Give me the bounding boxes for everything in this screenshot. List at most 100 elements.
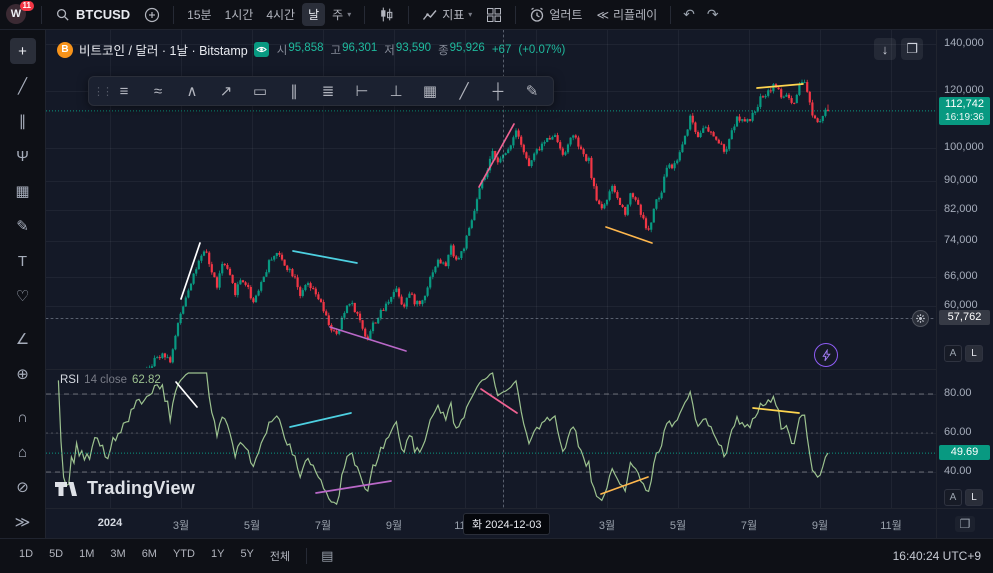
clock-label[interactable]: 16:40:24 UTC+9	[893, 549, 981, 563]
redo-button[interactable]: ↷	[702, 4, 724, 25]
trendline-tool[interactable]: ╱	[10, 73, 36, 99]
arrow-marker-icon[interactable]: ↗	[209, 77, 243, 105]
time-axis-label: 7월	[303, 517, 343, 533]
range-button-YTD[interactable]: YTD	[166, 545, 202, 567]
pen-icon[interactable]: ✎	[515, 77, 549, 105]
interval-group: 15분1시간4시간날주▾	[181, 3, 357, 26]
tradingview-app: W 11 BTCUSD 15분1시간4시간날주▾ 지표 ▾ 얼러트	[0, 0, 993, 573]
range-button-1M[interactable]: 1M	[72, 545, 101, 567]
range-button-3M[interactable]: 3M	[103, 545, 132, 567]
chart-legend: B 비트코인 / 달러 · 1날 · Bitstamp 시95,858 고96,…	[57, 40, 565, 59]
time-axis-label: 5월	[232, 517, 272, 533]
undo-button[interactable]: ↶	[678, 4, 700, 25]
interval-button-주[interactable]: 주▾	[326, 3, 357, 26]
interval-button-4시간[interactable]: 4시간	[260, 3, 301, 26]
tradingview-logo-icon	[55, 480, 79, 498]
quick-trade-button[interactable]	[814, 343, 838, 367]
layout-grid-button[interactable]	[480, 4, 508, 26]
bottom-toolbar: 1D5D1M3M6MYTD1Y5Y전체 ▤ 16:40:24 UTC+9	[0, 538, 993, 573]
magnet-tool[interactable]: ∩	[10, 404, 36, 430]
range-button-1D[interactable]: 1D	[12, 545, 40, 567]
gann-fib-tool[interactable]: ▦	[10, 178, 36, 204]
grid-box-icon[interactable]: ▦	[413, 77, 447, 105]
range-button-5D[interactable]: 5D	[42, 545, 70, 567]
separator	[173, 6, 174, 24]
separator	[41, 6, 42, 24]
replay-icon: ≪	[596, 8, 609, 22]
fib-levels-icon[interactable]: ≣	[311, 77, 345, 105]
rectangle-icon[interactable]: ▭	[243, 77, 277, 105]
price-axis-label: 66,000	[944, 270, 978, 282]
plus-circle-icon	[144, 7, 160, 23]
replay-button[interactable]: ≪ 리플레이	[590, 3, 663, 26]
chart-action-buttons: ↓ ❐	[874, 38, 923, 60]
ray-icon[interactable]: ╱	[447, 77, 481, 105]
crosshair-tool[interactable]: +	[10, 38, 36, 64]
parallel-channel-icon[interactable]: ∥	[277, 77, 311, 105]
range-button-전체[interactable]: 전체	[263, 545, 297, 567]
visibility-icon[interactable]	[254, 42, 269, 57]
rsi-auto-scale-button[interactable]: A	[944, 489, 962, 506]
rsi-axis-label: 40.00	[944, 465, 972, 477]
bar-countdown: 16:19:36	[939, 111, 990, 124]
alert-button[interactable]: 얼러트	[523, 3, 588, 26]
range-button-5Y[interactable]: 5Y	[233, 545, 260, 567]
measure-tool[interactable]: ∠	[10, 326, 36, 352]
interval-button-1시간[interactable]: 1시간	[219, 3, 260, 26]
remove-drawings-tool[interactable]: ⊘	[10, 474, 36, 500]
tradingview-watermark: TradingView	[55, 478, 195, 499]
time-axis-label: 3월	[161, 517, 201, 533]
auto-scale-button[interactable]: A	[944, 345, 962, 362]
fullscreen-button[interactable]: ❐	[901, 38, 923, 60]
range-icon[interactable]: ⊢	[345, 77, 379, 105]
axis-corner: ❐	[936, 508, 993, 538]
price-axis-label: 140,000	[944, 37, 984, 49]
text-tool[interactable]: T	[10, 248, 36, 274]
time-axis[interactable]: 20243월5월7월9월11월20253월5월7월9월11월 화 2024-12…	[46, 508, 936, 538]
trend-lines-icon[interactable]: ≡	[107, 77, 141, 105]
symbol-search-button[interactable]: BTCUSD	[49, 5, 136, 24]
alarm-clock-icon	[529, 7, 545, 23]
time-axis-label: 9월	[374, 517, 414, 533]
separator	[364, 6, 365, 24]
add-symbol-button[interactable]	[138, 4, 166, 26]
symbol-title[interactable]: 비트코인 / 달러 · 1날 · Bitstamp	[79, 40, 248, 59]
axis-settings-button[interactable]: ❐	[955, 516, 976, 532]
drag-handle[interactable]: ⋮⋮	[93, 85, 107, 98]
separator	[408, 6, 409, 24]
floating-drawing-toolbar: ⋮⋮ ≡≈∧↗▭∥≣⊢⊥▦╱┼✎	[88, 76, 554, 106]
price-axis-label: 82,000	[944, 203, 978, 215]
gear-icon	[915, 313, 926, 324]
goto-recent-button[interactable]: ↓	[874, 38, 896, 60]
anchor-icon[interactable]: ⊥	[379, 77, 413, 105]
zoom-tool[interactable]: ⊕	[10, 361, 36, 387]
top-toolbar: W 11 BTCUSD 15분1시간4시간날주▾ 지표 ▾ 얼러트	[0, 0, 993, 30]
rsi-value-badge: 49.69	[939, 445, 990, 460]
range-button-6M[interactable]: 6M	[135, 545, 164, 567]
pitchfork-tool[interactable]: Ψ	[10, 143, 36, 169]
cross-line-icon[interactable]: ┼	[481, 77, 515, 105]
indicators-button[interactable]: 지표 ▾	[416, 3, 478, 26]
user-menu-button[interactable]: W 11	[6, 4, 32, 26]
last-price-value: 112,742	[939, 98, 990, 111]
price-axis[interactable]: 112,742 16:19:36 57,762 49.69 A L A L 14…	[936, 30, 993, 508]
objects-tree-tool[interactable]: ⌂	[10, 439, 36, 465]
interval-button-15분[interactable]: 15분	[181, 3, 217, 26]
zigzag-pattern-icon[interactable]: ∧	[175, 77, 209, 105]
price-axis-label: 100,000	[944, 141, 984, 153]
channel-tool[interactable]: ∥	[10, 108, 36, 134]
collapse-toolbar-button[interactable]: ≫	[10, 509, 36, 535]
change-value: +67	[492, 44, 512, 56]
emoji-tool[interactable]: ♡	[10, 283, 36, 309]
interval-button-날[interactable]: 날	[302, 3, 325, 26]
chart-type-button[interactable]	[372, 3, 401, 26]
price-scale-settings-button[interactable]	[912, 310, 929, 327]
range-button-1Y[interactable]: 1Y	[204, 545, 231, 567]
rsi-log-scale-button[interactable]: L	[965, 489, 983, 506]
arc-icon[interactable]: ≈	[141, 77, 175, 105]
log-scale-button[interactable]: L	[965, 345, 983, 362]
brush-tool[interactable]: ✎	[10, 213, 36, 239]
goto-date-button[interactable]: ▤	[316, 546, 338, 566]
rsi-legend[interactable]: RSI 14 close 62.82	[60, 374, 161, 386]
chevron-down-icon: ▾	[347, 10, 351, 19]
